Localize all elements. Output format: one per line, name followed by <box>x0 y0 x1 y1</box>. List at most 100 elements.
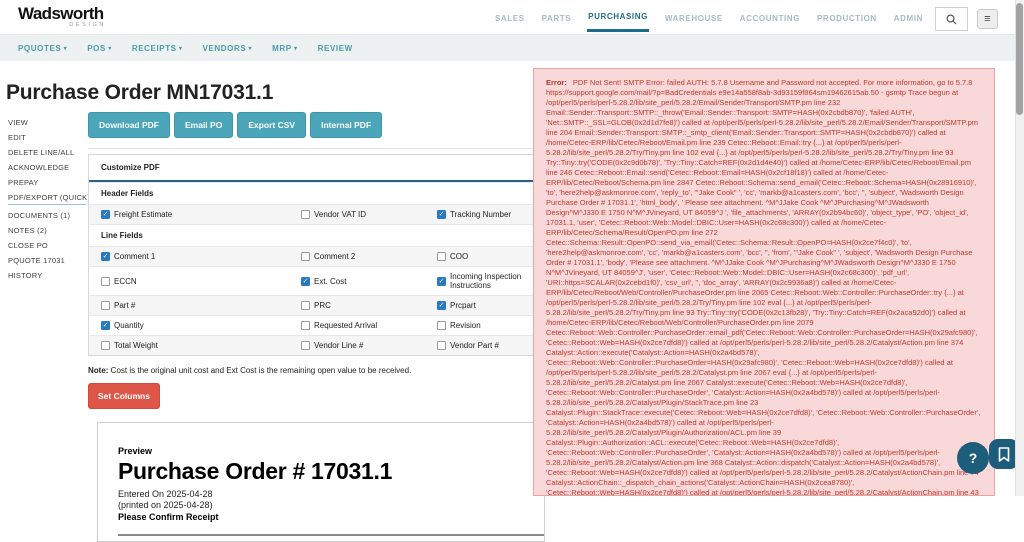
menu-icon[interactable]: ≡ <box>977 9 998 29</box>
section-title: Line Fields <box>89 224 547 246</box>
checkbox[interactable] <box>101 321 110 330</box>
field-eccn: ECCN <box>101 272 301 290</box>
checkbox[interactable] <box>301 321 310 330</box>
checkbox[interactable] <box>101 301 110 310</box>
error-message: PDF Not Sent! SMTP Error: failed AUTH: 5… <box>546 78 981 496</box>
action-buttons: Download PDF Email PO Export CSV Internal P… <box>88 112 548 138</box>
field-revision: Revision <box>437 321 535 330</box>
section-title: Header Fields <box>89 182 547 204</box>
top-header: Wadsworth DESIGN SALES PARTS PURCHASING WAR… <box>0 0 1024 34</box>
field-label: COO <box>450 252 469 261</box>
purchasing-subnav: PQUOTES ▾ POS ▾ RECEIPTS ▾ VENDORS ▾ MRP ▾ RE… <box>0 34 1024 61</box>
smtp-error-text: Error: PDF Not Sent! SMTP Error: failed A… <box>546 78 982 496</box>
cost-note: Note: Cost is the original unit cost and… <box>88 366 548 375</box>
field-label: Vendor Line # <box>314 341 364 350</box>
field-prc: PRC <box>301 301 437 310</box>
chevron-down-icon: ▾ <box>246 45 253 52</box>
topnav-item-warehouse[interactable]: WAREHOUSE <box>664 4 724 31</box>
topnav-item-admin[interactable]: ADMIN <box>893 4 924 31</box>
field-comment-2: Comment 2 <box>301 252 437 261</box>
sidebar-item-view[interactable]: VIEW <box>8 118 86 127</box>
sidebar-item-documents-1[interactable]: DOCUMENTS (1) <box>8 211 86 220</box>
field-row: ECCN Ext. Cost Incoming Inspection Instruc… <box>89 266 547 295</box>
field-incoming-inspection-instructions: Incoming Inspection Instructions <box>437 272 535 290</box>
field-row: Quantity Requested Arrival Revision <box>89 315 547 335</box>
field-total-weight: Total Weight <box>101 341 301 350</box>
page-scrollbar[interactable] <box>1015 0 1024 496</box>
checkbox[interactable] <box>101 276 110 286</box>
sidebar-item-pdf-export-quick[interactable]: PDF/EXPORT (QUICK) <box>8 193 90 205</box>
sidebar-item-edit[interactable]: EDIT <box>8 133 86 142</box>
checkbox[interactable] <box>437 341 446 350</box>
field-ext-cost: Ext. Cost <box>301 272 437 290</box>
chevron-down-icon: ▾ <box>105 45 112 52</box>
field-comment-1: Comment 1 <box>101 252 301 261</box>
set-columns-button[interactable]: Set Columns <box>88 383 160 409</box>
subnav-item-vendors[interactable]: VENDORS ▾ <box>203 44 253 53</box>
download-pdf-button[interactable]: Download PDF <box>88 112 170 138</box>
topnav-item-sales[interactable]: SALES <box>494 4 526 31</box>
checkbox[interactable] <box>301 301 310 310</box>
checkbox[interactable] <box>101 210 110 219</box>
topnav-item-purchasing[interactable]: PURCHASING <box>587 2 649 32</box>
subnav-item-mrp[interactable]: MRP ▾ <box>272 44 297 53</box>
preview-table-divider <box>118 534 544 536</box>
field-label: Freight Estimate <box>114 210 173 219</box>
topnav-item-accounting[interactable]: ACCOUNTING <box>739 4 801 31</box>
subnav-item-pos[interactable]: POS ▾ <box>87 44 112 53</box>
sidebar-item-prepay[interactable]: PREPAY <box>8 178 86 187</box>
topnav-item-production[interactable]: PRODUCTION <box>816 4 878 31</box>
email-po-button[interactable]: Email PO <box>173 112 234 138</box>
checkbox[interactable] <box>301 341 310 350</box>
checkbox[interactable] <box>101 252 110 261</box>
sidebar-item-history[interactable]: HISTORY <box>8 271 86 280</box>
divider <box>88 148 548 149</box>
topnav-item-parts[interactable]: PARTS <box>541 4 573 31</box>
customize-pdf-panel: Customize PDF Header Fields Freight Estim… <box>88 154 548 356</box>
field-freight-estimate: Freight Estimate <box>101 210 301 219</box>
brand-logo[interactable]: Wadsworth DESIGN <box>18 5 108 28</box>
checkbox[interactable] <box>437 301 446 310</box>
sidebar-item-pquote-17031[interactable]: PQUOTE 17031 <box>8 256 86 265</box>
preview-po-title: Purchase Order # 17031.1 <box>118 458 393 484</box>
checkbox[interactable] <box>437 210 446 219</box>
checkbox[interactable] <box>301 252 310 261</box>
scrollbar-thumb[interactable] <box>1016 3 1023 115</box>
brand-name: Wadsworth <box>18 4 104 23</box>
field-tracking-number: Tracking Number <box>437 210 535 219</box>
po-sidebar: VIEW EDIT DELETE LINE/ALL ACKNOWLEDGE PREPAY… <box>8 118 90 286</box>
sidebar-item-acknowledge[interactable]: ACKNOWLEDGE <box>8 163 86 172</box>
subnav-item-pquotes[interactable]: PQUOTES ▾ <box>18 44 67 53</box>
note-label: Note: <box>88 366 109 375</box>
field-label: Vendor Part # <box>450 341 499 350</box>
field-coo: COO <box>437 252 535 261</box>
error-label: Error: <box>546 78 567 87</box>
internal-pdf-button[interactable]: Internal PDF <box>310 112 383 138</box>
field-label: ECCN <box>114 276 137 286</box>
sidebar-item-notes-2[interactable]: NOTES (2) <box>8 226 86 235</box>
preview-label: Preview <box>118 446 153 456</box>
pdf-preview: Preview Purchase Order # 17031.1 Entered… <box>97 422 545 542</box>
sidebar-item-close-po[interactable]: CLOSE PO <box>8 241 86 250</box>
field-label: Requested Arrival <box>314 321 378 330</box>
subnav-item-receipts[interactable]: RECEIPTS ▾ <box>132 44 183 53</box>
field-vendor-line: Vendor Line # <box>301 341 437 350</box>
help-button[interactable]: ? <box>957 442 989 474</box>
checkbox[interactable] <box>301 276 310 286</box>
field-vendor-part: Vendor Part # <box>437 341 535 350</box>
sidebar-item-delete-line-all[interactable]: DELETE LINE/ALL <box>8 148 86 157</box>
subnav-item-review[interactable]: REVIEW <box>318 44 353 53</box>
checkbox[interactable] <box>437 276 446 286</box>
checkbox[interactable] <box>301 210 310 219</box>
export-csv-button[interactable]: Export CSV <box>237 112 307 138</box>
checkbox[interactable] <box>437 321 446 330</box>
checkbox[interactable] <box>101 341 110 350</box>
checkbox[interactable] <box>437 252 446 261</box>
customize-pdf-title: Customize PDF <box>89 155 547 182</box>
field-label: Vendor VAT ID <box>314 210 367 219</box>
search-icon <box>946 13 957 24</box>
bookmark-icon <box>998 446 1010 462</box>
field-label: Comment 1 <box>114 252 156 261</box>
field-quantity: Quantity <box>101 321 301 330</box>
search-button[interactable] <box>935 7 968 31</box>
